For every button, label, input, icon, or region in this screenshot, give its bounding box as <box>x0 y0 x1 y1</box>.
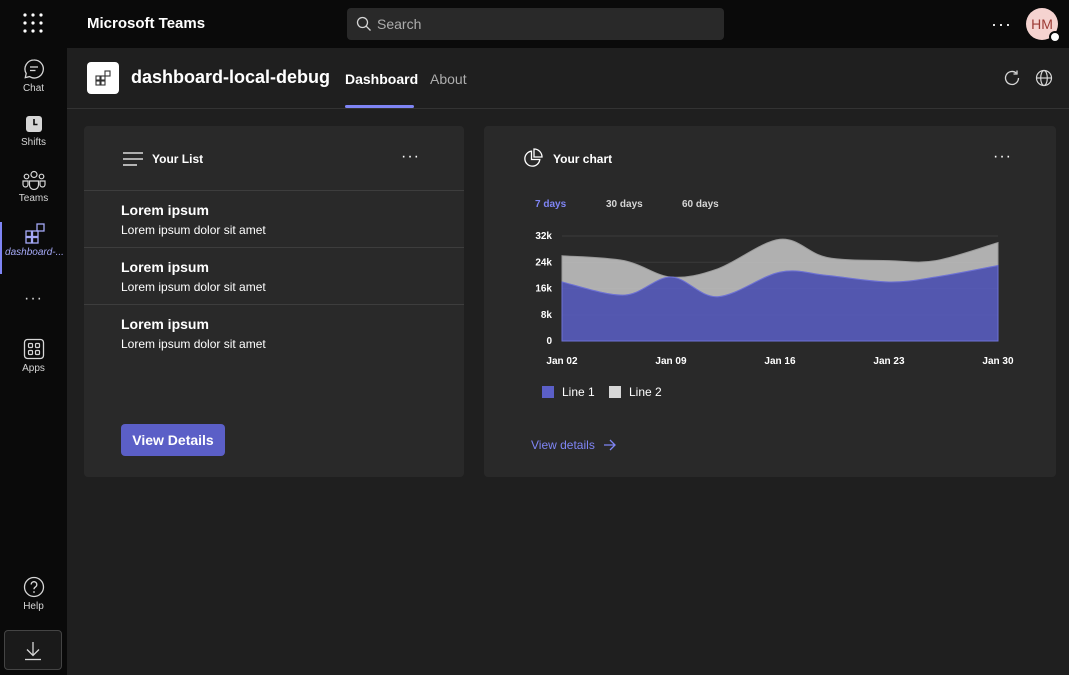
legend-label: Line 2 <box>629 385 662 399</box>
pie-chart-icon <box>524 148 543 167</box>
x-tick-label: Jan 16 <box>764 356 796 367</box>
tab-about[interactable]: About <box>430 71 467 87</box>
app-rail: Chat Shifts Teams dashboard-... ··· Apps… <box>0 48 67 675</box>
rail-item-label: Shifts <box>20 137 46 148</box>
download-icon <box>25 642 41 661</box>
list-item-title: Lorem ipsum <box>121 316 209 332</box>
refresh-icon[interactable] <box>1003 69 1021 87</box>
chart-card: Your chart ··· 7 days 30 days 60 days 0 8… <box>484 126 1056 477</box>
legend-label: Line 1 <box>562 385 595 399</box>
list-item-subtitle: Lorem ipsum dolor sit amet <box>121 280 266 294</box>
list-item[interactable]: Lorem ipsum Lorem ipsum dolor sit amet <box>84 247 464 304</box>
y-tick-label: 24k <box>535 257 552 268</box>
list-card-more-icon[interactable]: ··· <box>401 148 420 166</box>
app-logo <box>87 62 119 94</box>
list-item-subtitle: Lorem ipsum dolor sit amet <box>121 337 266 351</box>
presence-status-icon <box>1049 31 1061 43</box>
rail-item-label: dashboard-... <box>5 247 64 258</box>
legend-item-line2[interactable]: Line 2 <box>609 385 662 399</box>
list-card: Your List ··· Lorem ipsum Lorem ipsum do… <box>84 126 464 477</box>
list-item-title: Lorem ipsum <box>121 259 209 275</box>
list-item[interactable]: Lorem ipsum Lorem ipsum dolor sit amet <box>84 304 464 361</box>
list-item-title: Lorem ipsum <box>121 202 209 218</box>
y-tick-label: 32k <box>535 231 552 242</box>
range-60-days[interactable]: 60 days <box>682 199 719 210</box>
list-item[interactable]: Lorem ipsum Lorem ipsum dolor sit amet <box>84 190 464 247</box>
x-tick-label: Jan 23 <box>873 356 905 367</box>
app-grid-icon <box>95 70 111 86</box>
apps-icon <box>23 338 44 360</box>
download-button[interactable] <box>4 630 62 670</box>
search-icon <box>356 16 371 31</box>
y-tick-label: 8k <box>541 310 553 321</box>
list-icon <box>123 152 143 166</box>
legend-swatch <box>542 386 554 398</box>
avatar[interactable]: HM <box>1026 8 1061 43</box>
area-chart: 0 8k 16k 24k 32k Jan 02 Jan 09 Jan 16 Jan 23 Jan … <box>535 231 1014 367</box>
rail-item-chat[interactable]: Chat <box>0 58 67 110</box>
x-tick-label: Jan 30 <box>982 356 1014 367</box>
view-details-label: View details <box>531 438 595 452</box>
view-details-button[interactable]: View Details <box>121 424 225 456</box>
chart-card-title: Your chart <box>553 152 613 166</box>
avatar-initials: HM <box>1031 16 1053 32</box>
help-icon <box>23 576 44 598</box>
arrow-right-icon <box>604 439 617 451</box>
rail-item-shifts[interactable]: Shifts <box>0 114 67 166</box>
top-bar: Microsoft Teams ··· HM <box>0 0 1069 48</box>
app-header: dashboard-local-debug Dashboard About <box>67 48 1069 109</box>
tab-dashboard[interactable]: Dashboard <box>345 71 418 87</box>
list-item-subtitle: Lorem ipsum dolor sit amet <box>121 223 266 237</box>
range-7-days[interactable]: 7 days <box>535 199 566 210</box>
x-tick-label: Jan 02 <box>546 356 578 367</box>
legend-swatch <box>609 386 621 398</box>
y-tick-label: 16k <box>535 284 552 295</box>
more-options-icon[interactable]: ··· <box>991 14 1013 34</box>
active-tab-indicator <box>345 105 414 108</box>
search-box[interactable] <box>347 8 724 40</box>
view-details-link[interactable]: View details <box>531 438 617 452</box>
rail-item-label: Chat <box>22 83 45 94</box>
rail-item-apps[interactable]: Apps <box>0 338 67 390</box>
app-name: dashboard-local-debug <box>131 67 331 87</box>
app-title: Microsoft Teams <box>87 15 206 32</box>
rail-item-help[interactable]: Help <box>0 576 67 628</box>
app-launcher-icon[interactable] <box>22 12 44 34</box>
search-input[interactable] <box>377 8 707 40</box>
rail-item-dashboard[interactable]: dashboard-... <box>0 222 67 274</box>
more-apps-icon[interactable]: ··· <box>24 290 43 308</box>
rail-item-label: Apps <box>22 363 45 374</box>
list-card-title: Your List <box>152 152 204 166</box>
shifts-icon <box>25 116 42 132</box>
chat-icon <box>23 59 44 79</box>
app-grid-icon <box>24 223 45 244</box>
range-30-days[interactable]: 30 days <box>606 199 643 210</box>
rail-item-teams[interactable]: Teams <box>0 170 67 222</box>
legend-item-line1[interactable]: Line 1 <box>542 385 595 399</box>
x-tick-label: Jan 09 <box>655 356 687 367</box>
y-tick-label: 0 <box>546 336 552 347</box>
rail-item-label: Help <box>23 601 44 612</box>
globe-icon[interactable] <box>1035 69 1053 87</box>
chart-card-more-icon[interactable]: ··· <box>993 148 1012 166</box>
rail-item-label: Teams <box>18 193 49 204</box>
teams-icon <box>21 170 46 190</box>
